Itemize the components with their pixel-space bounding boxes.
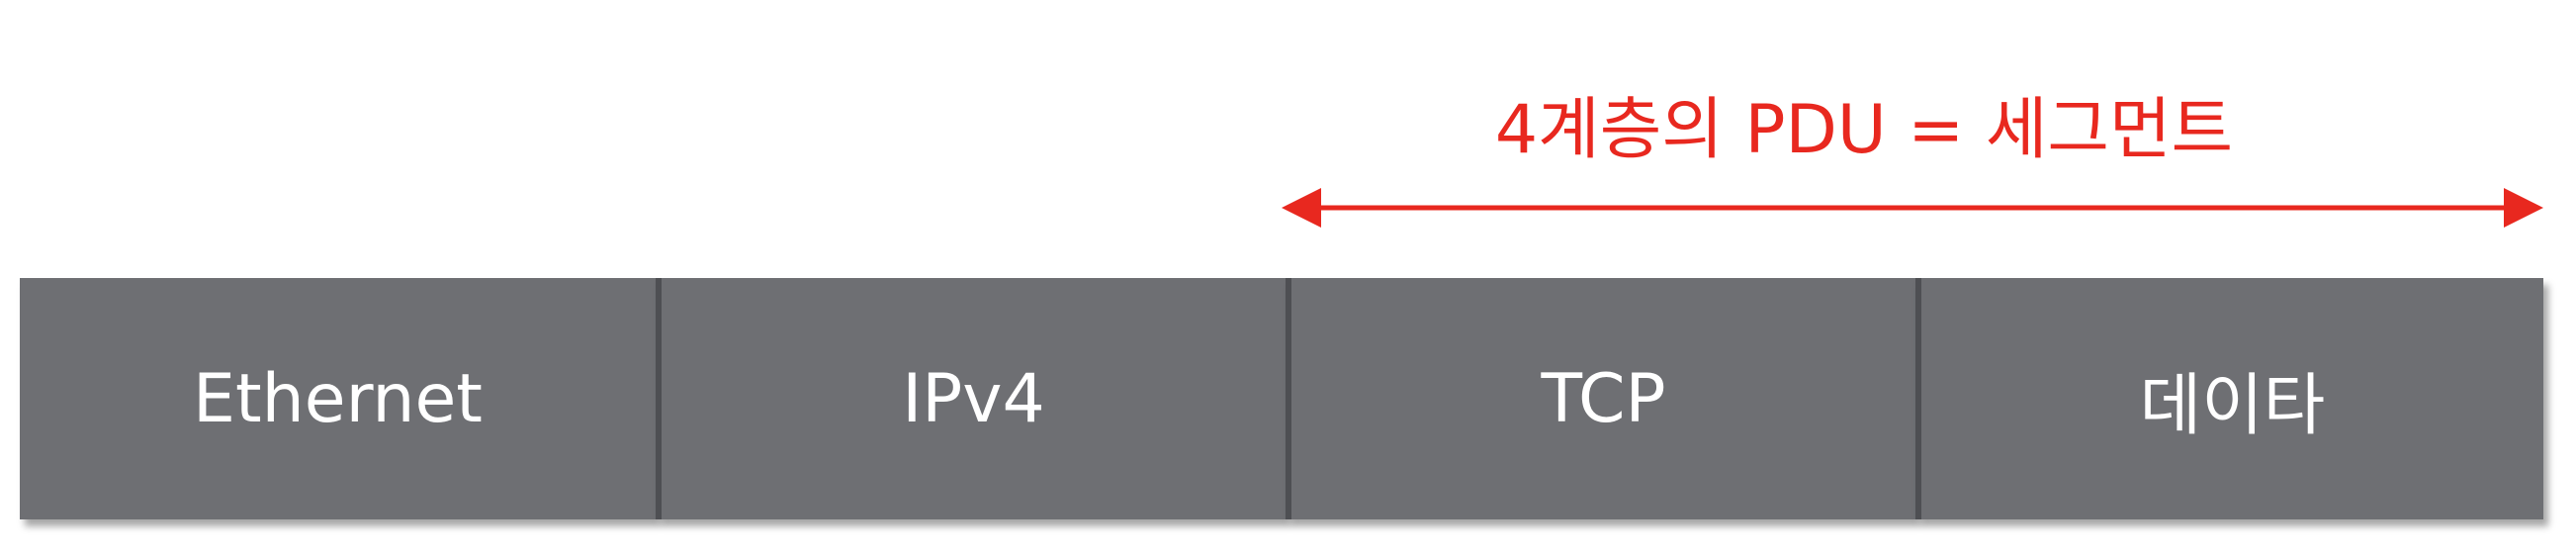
ethernet-header-cell: Ethernet — [20, 278, 656, 519]
pdu-header-bar: Ethernet IPv4 TCP 데이타 — [20, 278, 2543, 519]
tcp-header-cell: TCP — [1286, 278, 1915, 519]
ipv4-header-cell: IPv4 — [656, 278, 1286, 519]
ethernet-header-label: Ethernet — [193, 359, 483, 438]
tcp-header-label: TCP — [1541, 359, 1666, 438]
data-payload-cell: 데이타 — [1915, 278, 2543, 519]
segment-span-right-arrowhead — [2504, 188, 2543, 228]
data-payload-label: 데이타 — [2139, 366, 2326, 445]
ipv4-header-label: IPv4 — [902, 359, 1045, 438]
segment-span-left-arrowhead — [1282, 188, 1321, 228]
